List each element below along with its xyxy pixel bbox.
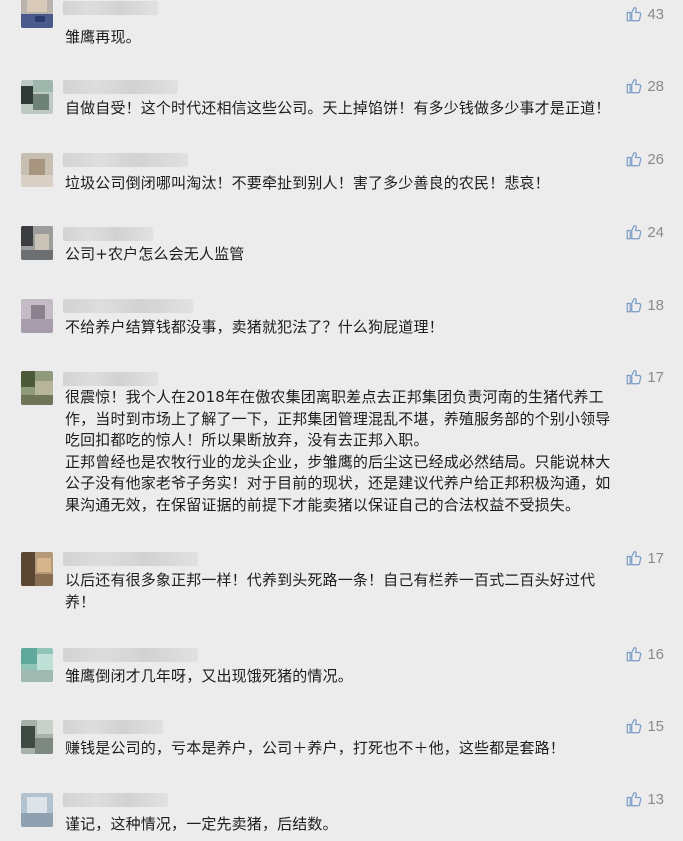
avatar[interactable] [21, 648, 53, 682]
thumbs-up-icon [626, 647, 642, 662]
like-button[interactable]: 15 [625, 716, 664, 736]
comment-item: 13 谨记，这种情况，一定先卖猪，后结数。 [0, 789, 683, 841]
avatar[interactable] [21, 793, 53, 827]
like-button[interactable]: 24 [625, 222, 664, 242]
nickname-blurred [63, 227, 153, 241]
like-count: 26 [647, 150, 664, 168]
like-button[interactable]: 18 [625, 295, 664, 315]
nickname-blurred [63, 648, 198, 662]
comment-item: 17 以后还有很多象正邦一样！代养到头死路一条！自己有栏养一百式二百头好过代 养… [0, 548, 683, 628]
nickname-blurred [63, 552, 198, 566]
like-count: 17 [647, 549, 664, 567]
thumbs-up-icon [626, 7, 642, 22]
comment-item: 24 公司+农户怎么会无人监管 [0, 222, 683, 282]
like-count: 17 [647, 368, 664, 386]
thumbs-up-icon [626, 551, 642, 566]
thumbs-up-icon [626, 79, 642, 94]
nickname-blurred [63, 299, 193, 313]
like-count: 16 [647, 645, 664, 663]
thumbs-up-icon [626, 298, 642, 313]
comment-item: 16 雏鹰倒闭才几年呀，又出现饿死猪的情况。 [0, 644, 683, 704]
comment-item: 43 雏鹰再现。 [0, 0, 683, 60]
comment-text: 以后还有很多象正邦一样！代养到头死路一条！自己有栏养一百式二百头好过代 养！ [65, 571, 596, 611]
nickname-blurred [63, 1, 158, 15]
like-button[interactable]: 16 [625, 644, 664, 664]
nickname-blurred [63, 793, 168, 807]
avatar[interactable] [21, 80, 53, 114]
like-button[interactable]: 17 [625, 548, 664, 568]
comment-item: 15 赚钱是公司的，亏本是养户，公司＋养户，打死也不＋他，这些都是套路！ [0, 716, 683, 776]
avatar[interactable] [21, 552, 53, 586]
comment-item: 18 不给养户结算钱都没事，卖猪就犯法了？什么狗屁道理！ [0, 295, 683, 355]
like-button[interactable]: 26 [625, 149, 664, 169]
like-button[interactable]: 43 [625, 4, 664, 24]
comment-list: 43 雏鹰再现。 28 自做自受！这个时代还相信这些公司。天上掉馅饼！有多少钱做… [0, 0, 683, 841]
thumbs-up-icon [626, 152, 642, 167]
like-count: 13 [647, 790, 664, 808]
thumbs-up-icon [626, 225, 642, 240]
avatar[interactable] [21, 226, 53, 260]
nickname-blurred [63, 720, 163, 734]
comment-item: 26 垃圾公司倒闭哪叫淘汰！不要牵扯到别人！害了多少善良的农民！悲哀！ [0, 149, 683, 209]
like-count: 15 [647, 717, 664, 735]
avatar[interactable] [21, 720, 53, 754]
thumbs-up-icon [626, 792, 642, 807]
avatar[interactable] [21, 371, 53, 405]
comment-item: 28 自做自受！这个时代还相信这些公司。天上掉馅饼！有多少钱做多少事才是正道！ [0, 76, 683, 136]
thumbs-up-icon [626, 370, 642, 385]
nickname-blurred [63, 80, 178, 94]
like-button[interactable]: 28 [625, 76, 664, 96]
comment-text: 垃圾公司倒闭哪叫淘汰！不要牵扯到别人！害了多少善良的农民！悲哀！ [65, 174, 550, 192]
like-count: 24 [647, 223, 664, 241]
comment-text: 雏鹰倒闭才几年呀，又出现饿死猪的情况。 [65, 667, 353, 685]
avatar[interactable] [21, 299, 53, 333]
like-count: 18 [647, 296, 664, 314]
comment-item: 17 很震惊！我个人在2018年在傲农集团离职差点去正邦集团负责河南的生猪代养工… [0, 367, 683, 527]
like-count: 28 [647, 77, 664, 95]
comment-text: 赚钱是公司的，亏本是养户，公司＋养户，打死也不＋他，这些都是套路！ [65, 739, 565, 757]
avatar[interactable] [21, 0, 53, 28]
comment-text: 自做自受！这个时代还相信这些公司。天上掉馅饼！有多少钱做多少事才是正道！ [65, 99, 611, 117]
comment-text: 雏鹰再现。 [65, 28, 141, 46]
nickname-blurred [63, 372, 158, 386]
thumbs-up-icon [626, 719, 642, 734]
like-button[interactable]: 17 [625, 367, 664, 387]
like-count: 43 [647, 5, 664, 23]
comment-text: 公司+农户怎么会无人监管 [65, 245, 245, 263]
comment-text: 不给养户结算钱都没事，卖猪就犯法了？什么狗屁道理！ [65, 318, 444, 336]
comment-text: 很震惊！我个人在2018年在傲农集团离职差点去正邦集团负责河南的生猪代养工 作，… [65, 388, 611, 514]
nickname-blurred [63, 153, 188, 167]
comment-text: 谨记，这种情况，一定先卖猪，后结数。 [65, 815, 338, 833]
avatar[interactable] [21, 153, 53, 187]
like-button[interactable]: 13 [625, 789, 664, 809]
